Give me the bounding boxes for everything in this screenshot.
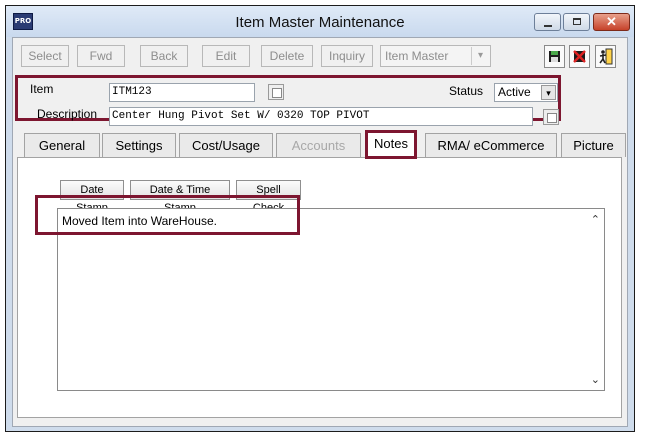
maximize-button[interactable] — [563, 13, 590, 31]
close-button[interactable]: ✕ — [593, 13, 630, 31]
item-field[interactable]: ITM123 — [109, 83, 255, 102]
save-button[interactable] — [544, 45, 565, 68]
tab-picture[interactable]: Picture — [561, 133, 626, 157]
select-button[interactable]: Select — [21, 45, 69, 67]
maximize-icon — [573, 18, 581, 25]
cancel-button[interactable] — [569, 45, 590, 68]
scroll-down-icon[interactable]: ⌄ — [591, 373, 600, 386]
chevron-down-icon: ▾ — [471, 47, 489, 65]
tab-settings[interactable]: Settings — [102, 133, 176, 157]
delete-button[interactable]: Delete — [261, 45, 313, 67]
status-select[interactable]: Active ▾ — [494, 83, 558, 102]
view-select[interactable]: Item Master ▾ — [380, 45, 491, 67]
tab-notes[interactable]: Notes — [365, 130, 417, 159]
tab-general[interactable]: General — [24, 133, 100, 157]
item-label: Item — [30, 82, 54, 96]
minimize-button[interactable] — [534, 13, 561, 31]
minimize-icon — [544, 25, 552, 27]
description-label: Description — [37, 107, 98, 121]
notes-textarea[interactable]: Moved Item into WareHouse. ⌃ ⌄ — [57, 208, 605, 391]
status-value: Active — [498, 85, 531, 99]
description-lookup-icon[interactable] — [543, 109, 559, 125]
chevron-down-icon: ▾ — [541, 85, 556, 100]
title-bar: PRO Item Master Maintenance ✕ — [6, 6, 634, 37]
tab-cost-usage[interactable]: Cost/Usage — [179, 133, 273, 157]
close-icon: ✕ — [606, 14, 617, 29]
save-icon — [549, 51, 560, 62]
tab-rma-ecommerce[interactable]: RMA/ eCommerce — [425, 133, 557, 157]
inquiry-button[interactable]: Inquiry — [321, 45, 373, 67]
item-lookup-icon[interactable] — [268, 84, 284, 100]
exit-button[interactable] — [595, 45, 616, 68]
edit-button[interactable]: Edit — [202, 45, 250, 67]
notes-highlight — [35, 195, 300, 235]
tab-accounts: Accounts — [276, 133, 361, 157]
scroll-up-icon[interactable]: ⌃ — [591, 213, 600, 226]
status-label: Status — [449, 84, 484, 98]
fwd-button[interactable]: Fwd — [77, 45, 125, 67]
cancel-icon — [573, 50, 586, 63]
exit-icon — [599, 48, 613, 65]
description-field[interactable]: Center Hung Pivot Set W/ 0320 TOP PIVOT — [109, 107, 533, 126]
back-button[interactable]: Back — [140, 45, 188, 67]
view-select-value: Item Master — [385, 49, 449, 63]
